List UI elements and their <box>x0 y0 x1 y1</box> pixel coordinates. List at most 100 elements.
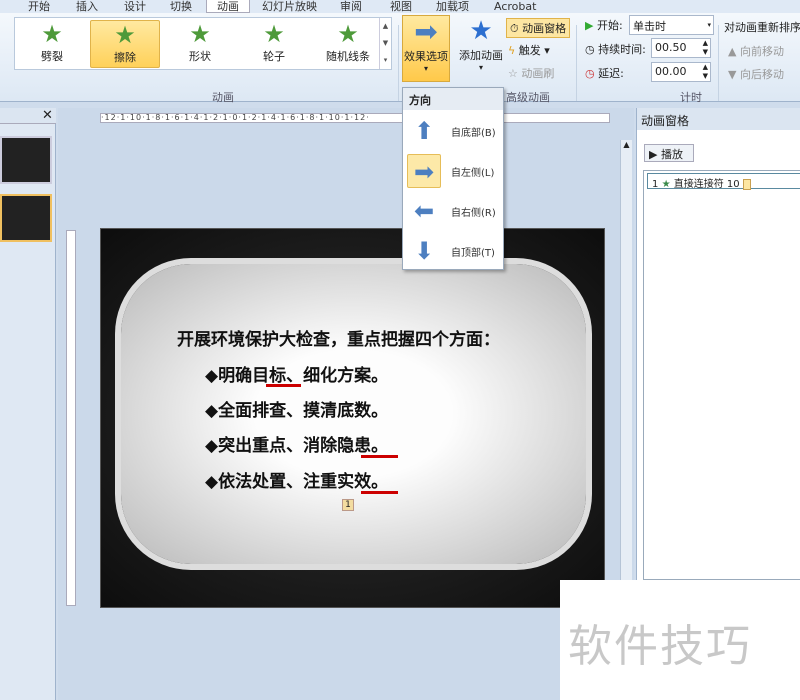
watermark-box: 软件技巧 <box>560 580 800 700</box>
menu-item-label: 自左侧(L) <box>451 168 495 179</box>
tab-home[interactable]: 开始 <box>28 0 50 13</box>
dropdown-arrow-icon: ▾ <box>707 21 711 29</box>
gallery-item-random-bars[interactable]: ★ 随机线条 <box>313 20 383 68</box>
underline <box>266 384 301 387</box>
move-earlier-button[interactable]: ▲ 向前移动 <box>728 43 784 59</box>
menu-item-from-top[interactable]: ⬇ 自顶部(T) <box>403 232 503 270</box>
move-later-button[interactable]: ▼ 向后移动 <box>728 66 784 82</box>
bullet-2[interactable]: ◆全面排查、摸清底数。 <box>205 396 388 421</box>
gallery-item-label: 劈裂 <box>41 50 63 63</box>
delay-clock-icon: ◷ <box>585 67 595 80</box>
up-arrow-icon: ⬆ <box>413 117 435 145</box>
gallery-item-label: 随机线条 <box>326 50 370 63</box>
slides-pane: ✕ <box>0 108 56 700</box>
start-label-text: 开始: <box>596 19 623 32</box>
play-button[interactable]: ▶ 播放 <box>644 144 694 162</box>
star-icon: ★ <box>661 179 671 190</box>
animation-pane-title: 动画窗格 <box>637 108 800 130</box>
move-earlier-label: 向前移动 <box>739 45 784 58</box>
right-arrow-icon: ➡ <box>414 15 438 48</box>
gallery-item-label: 轮子 <box>263 50 285 63</box>
star-icon: ★ <box>41 20 63 48</box>
star-icon: ★ <box>263 20 285 48</box>
star-icon: ★ <box>189 20 211 48</box>
start-select[interactable]: 单击时 ▾ <box>629 15 714 35</box>
animation-pane-label: 动画窗格 <box>522 22 567 35</box>
gallery-scrollbar[interactable]: ▲ ▼ ▾ <box>379 18 391 69</box>
underline <box>361 491 398 494</box>
animation-pane-button[interactable]: ⏱ 动画窗格 <box>506 18 571 38</box>
right-arrow-icon: ➡ <box>407 154 441 188</box>
slide-canvas[interactable]: 开展环境保护大检查，重点把握四个方面： ◆明确目标、细化方案。 ◆全面排查、摸清… <box>100 228 605 608</box>
delay-label: ◷ 延迟: <box>585 65 624 81</box>
animation-tag[interactable]: 1 <box>342 499 354 511</box>
star-icon: ★ <box>337 20 359 48</box>
menu-item-from-bottom[interactable]: ⬆ 自底部(B) <box>403 112 503 150</box>
duration-label-text: 持续时间: <box>598 43 646 56</box>
direction-menu: 方向 ⬆ 自底部(B) ➡ 自左侧(L) ⬅ 自右侧(R) ⬇ 自顶部(T) <box>402 87 504 270</box>
animation-gallery: ★ 劈裂 ★ 擦除 ★ 形状 ★ 轮子 ★ 随机线条 ▲ ▼ ▾ <box>14 17 392 70</box>
group-label-advanced: 高级动画 <box>506 91 550 104</box>
menu-item-label: 自底部(B) <box>451 128 496 139</box>
duration-value: 00.50 <box>655 41 687 54</box>
start-value: 单击时 <box>633 20 666 33</box>
group-label-animation: 动画 <box>212 91 234 104</box>
trigger-button[interactable]: ϟ 触发 ▾ <box>508 42 550 58</box>
duration-input[interactable]: 00.50 ▲ ▼ <box>651 38 711 58</box>
gallery-item-wipe[interactable]: ★ 擦除 <box>90 20 160 68</box>
menu-item-from-left[interactable]: ➡ 自左侧(L) <box>403 152 503 190</box>
painter-label: 动画刷 <box>521 67 555 80</box>
menu-item-label: 自右侧(R) <box>451 208 496 219</box>
item-number: 1 <box>652 179 659 190</box>
animation-pane-icon: ⏱ <box>510 22 519 35</box>
bullet-3[interactable]: ◆突出重点、消除隐患。 <box>205 431 388 456</box>
left-arrow-icon: ⬅ <box>413 197 435 225</box>
clock-icon: ◷ <box>585 43 595 56</box>
play-icon: ▶ <box>585 19 594 32</box>
tab-transitions[interactable]: 切换 <box>170 0 192 13</box>
vertical-scrollbar[interactable]: ▲ <box>620 140 632 580</box>
tab-view[interactable]: 视图 <box>390 0 412 13</box>
play-label: 播放 <box>660 148 683 161</box>
gallery-item-split[interactable]: ★ 劈裂 <box>17 20 87 68</box>
slide-thumbnail-1[interactable] <box>0 136 52 184</box>
menu-item-label: 自顶部(T) <box>451 248 495 259</box>
scroll-up-icon[interactable]: ▲ <box>621 140 632 149</box>
vertical-ruler <box>66 230 76 606</box>
duration-label: ◷ 持续时间: <box>585 41 646 57</box>
menu-header: 方向 <box>403 88 503 110</box>
tab-addins[interactable]: 加载项 <box>436 0 469 13</box>
gallery-item-label: 擦除 <box>114 51 136 64</box>
down-arrow-icon: ⬇ <box>413 237 435 265</box>
star-icon: ★ <box>114 21 136 49</box>
play-icon: ▶ <box>649 148 658 161</box>
delay-input[interactable]: 00.00 ▲ ▼ <box>651 62 711 82</box>
group-label-timing: 计时 <box>680 91 702 104</box>
gallery-item-wheel[interactable]: ★ 轮子 <box>239 20 309 68</box>
tab-slideshow[interactable]: 幻灯片放映 <box>262 0 317 13</box>
ribbon: ★ 劈裂 ★ 擦除 ★ 形状 ★ 轮子 ★ 随机线条 ▲ ▼ ▾ 动画 高级动画 计时 ★ 添… <box>0 13 800 104</box>
tab-acrobat[interactable]: Acrobat <box>494 0 536 13</box>
effect-options-button[interactable]: ➡ 效果选项 ▾ <box>402 15 450 82</box>
item-label: 直接连接符 10 <box>673 179 740 190</box>
tab-insert[interactable]: 插入 <box>76 0 98 13</box>
animation-list: 1 ★ 直接连接符 10 <box>643 170 800 580</box>
tab-animations[interactable]: 动画 <box>206 0 250 13</box>
tab-review[interactable]: 审阅 <box>340 0 362 13</box>
slide-thumbnail-2[interactable] <box>0 194 52 242</box>
menu-item-from-right[interactable]: ⬅ 自右侧(R) <box>403 192 503 230</box>
bullet-1[interactable]: ◆明确目标、细化方案。 <box>205 361 388 386</box>
pane-header: ✕ <box>0 108 56 124</box>
bullet-4[interactable]: ◆依法处置、注重实效。 <box>205 467 388 492</box>
animation-painter-button[interactable]: ☆ 动画刷 <box>508 65 554 81</box>
spinner-icon[interactable]: ▲ ▼ <box>703 39 708 57</box>
tab-design[interactable]: 设计 <box>124 0 146 13</box>
painter-icon: ☆ <box>508 67 518 80</box>
slide-title[interactable]: 开展环境保护大检查，重点把握四个方面： <box>177 325 500 350</box>
animation-list-item[interactable]: 1 ★ 直接连接符 10 <box>647 173 800 190</box>
add-animation-button[interactable]: ★ 添加动画 ▾ <box>456 15 506 72</box>
close-icon[interactable]: ✕ <box>42 108 53 123</box>
gallery-item-shape[interactable]: ★ 形状 <box>165 20 235 68</box>
spinner-icon[interactable]: ▲ ▼ <box>703 63 708 81</box>
ribbon-tabs: 开始 插入 设计 切换 动画 幻灯片放映 审阅 视图 加载项 Acrobat <box>0 0 800 13</box>
